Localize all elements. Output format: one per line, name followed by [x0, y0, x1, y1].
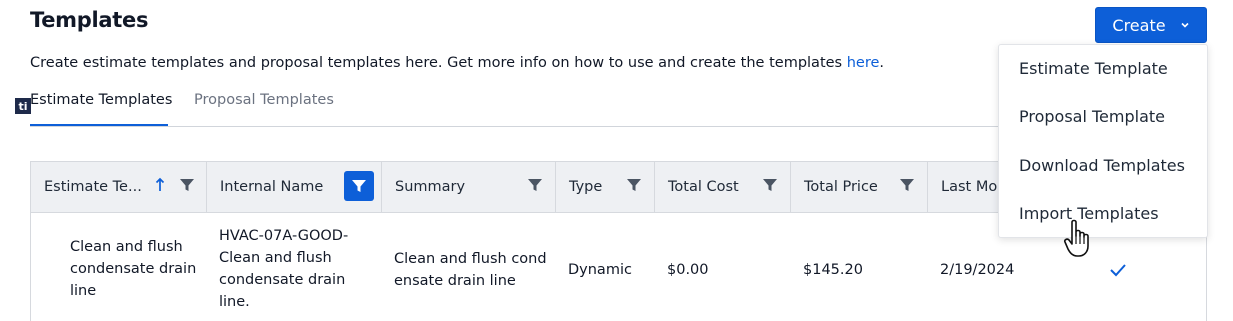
description-text: Create estimate templates and proposal t… [30, 55, 847, 71]
hand-pointer-cursor-icon [1062, 218, 1096, 260]
filter-icon[interactable] [527, 177, 543, 193]
summary-cell: Clean and flush cond ensate drain line [394, 248, 547, 292]
page-description: Create estimate templates and proposal t… [30, 55, 884, 71]
column-label: Internal Name [220, 179, 324, 195]
column-header-estimate-template[interactable]: Estimate Te... [31, 162, 207, 212]
internal-name-line: Clean and flush [219, 250, 332, 266]
sort-ascending-icon[interactable] [155, 177, 165, 193]
internal-name-line: condensate drain [219, 272, 346, 288]
template-logo: ti [15, 98, 31, 114]
template-name-line: line [70, 283, 97, 299]
column-header-internal-name[interactable]: Internal Name [207, 162, 382, 212]
template-name-line: condensate drain [70, 261, 197, 277]
column-label: Total Price [804, 179, 878, 195]
description-end: . [879, 55, 885, 71]
tab-estimate-templates[interactable]: Estimate Templates [30, 92, 172, 126]
summary-line: ensate drain line [394, 273, 516, 289]
menu-item-proposal-template[interactable]: Proposal Template [1019, 107, 1165, 126]
column-label: Type [569, 179, 603, 195]
template-name-cell: Clean and flush condensate drain line [70, 236, 196, 302]
create-button-label: Create [1112, 15, 1166, 35]
chevron-down-icon [1180, 20, 1190, 30]
filter-icon[interactable] [762, 177, 778, 193]
create-button[interactable]: Create [1095, 7, 1207, 43]
internal-name-cell: HVAC-07A-GOOD- Clean and flush condensat… [219, 225, 348, 313]
page-title: Templates [30, 8, 149, 32]
template-name-line: Clean and flush [70, 239, 183, 255]
filter-icon[interactable] [179, 177, 195, 193]
column-label: Summary [395, 179, 466, 195]
column-header-summary[interactable]: Summary [382, 162, 556, 212]
filter-icon[interactable] [899, 177, 915, 193]
last-modified-cell: 2/19/2024 [940, 262, 1015, 278]
tab-proposal-templates[interactable]: Proposal Templates [194, 92, 334, 126]
menu-item-estimate-template[interactable]: Estimate Template [1019, 59, 1168, 78]
column-label: Total Cost [668, 179, 739, 195]
internal-name-line: HVAC-07A-GOOD- [219, 228, 349, 244]
column-label: Last Mod [941, 179, 1007, 195]
column-header-total-cost[interactable]: Total Cost [655, 162, 791, 212]
column-header-total-price[interactable]: Total Price [791, 162, 928, 212]
help-link[interactable]: here [847, 55, 880, 71]
internal-name-line: line. [219, 294, 250, 310]
menu-item-download-templates[interactable]: Download Templates [1019, 156, 1185, 175]
active-filter-icon[interactable] [344, 171, 374, 201]
create-dropdown-menu: Estimate Template Proposal Template Down… [998, 44, 1208, 238]
filter-icon[interactable] [626, 177, 642, 193]
summary-line: Clean and flush cond [394, 251, 547, 267]
column-label: Estimate Te... [44, 179, 142, 195]
total-price-cell: $145.20 [803, 262, 863, 278]
total-cost-cell: $0.00 [667, 262, 709, 278]
type-cell: Dynamic [568, 262, 632, 278]
column-header-type[interactable]: Type [556, 162, 655, 212]
checkmark-icon [1109, 262, 1127, 277]
